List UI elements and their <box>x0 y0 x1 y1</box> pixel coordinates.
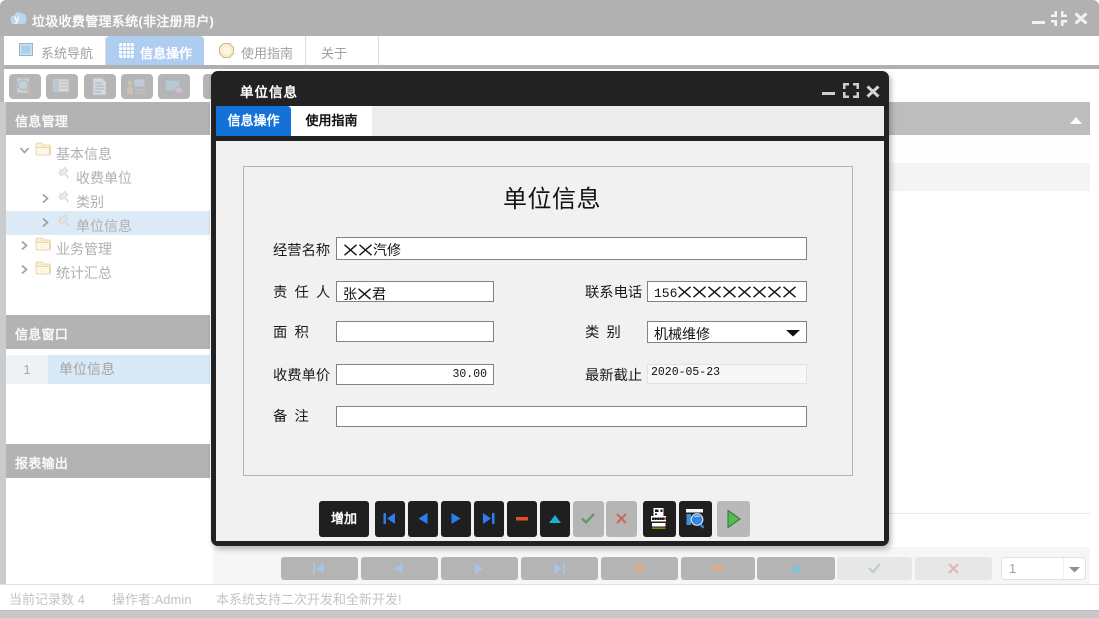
svg-text:y: y <box>14 14 20 25</box>
